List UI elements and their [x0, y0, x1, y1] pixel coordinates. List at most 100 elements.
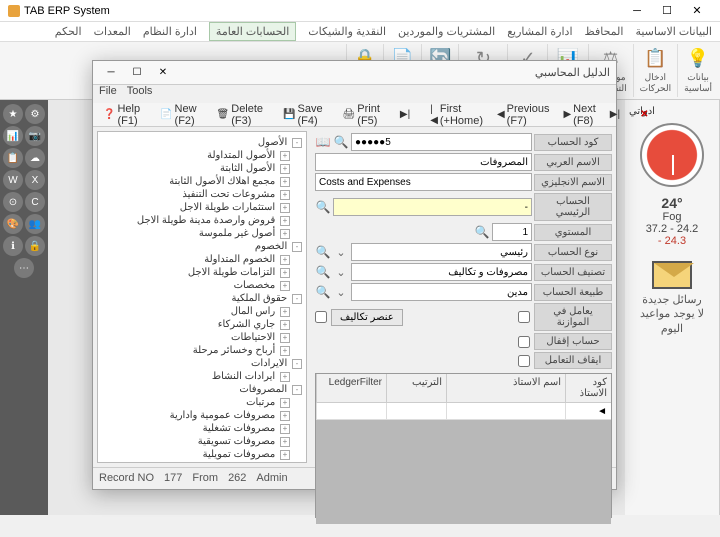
mainmenu-item[interactable]: المشتريات والموردين [398, 25, 495, 38]
new-button[interactable]: 📄 New (F2) [154, 100, 202, 130]
search-icon[interactable]: 🔍 [474, 224, 490, 240]
close-checkbox[interactable] [518, 336, 530, 348]
dock-button[interactable]: ☁ [25, 148, 45, 168]
close-button[interactable]: ✕ [682, 0, 712, 22]
account-tree[interactable]: - الأصول+ الأصول المتداولة+ الأصول الثاب… [97, 131, 307, 463]
mainmenu-item[interactable]: النقدية والشيكات [308, 25, 386, 38]
tree-node[interactable]: + التزامات طويلة الاجل [102, 266, 302, 279]
class-label: تصنيف الحساب [534, 264, 612, 281]
status-n2: 262 [228, 472, 246, 484]
level-input[interactable] [492, 223, 532, 241]
search-icon[interactable]: 🔍 [315, 284, 331, 300]
tree-node[interactable]: + مرتبات [102, 396, 302, 409]
tree-node[interactable]: + مجمع اهلاك الأصول الثابتة [102, 175, 302, 188]
dock-button[interactable]: 🔒 [25, 236, 45, 256]
tree-node[interactable]: - حقوق الملكية [102, 292, 302, 305]
chevron-down-icon[interactable]: ⌄ [333, 286, 349, 299]
next-button[interactable]: ▶ Next (F8) [557, 100, 601, 130]
col-filter: LedgerFilter [316, 374, 386, 402]
name-ar-input[interactable] [315, 153, 532, 171]
code-input[interactable] [351, 133, 532, 151]
help-button[interactable]: ❓ Help (F1) [97, 100, 146, 130]
dock-button[interactable]: 📊 [3, 126, 23, 146]
prev-button[interactable]: ◀ Previous (F7) [491, 100, 556, 130]
dock-button[interactable]: X [25, 170, 45, 190]
maximize-button[interactable]: ☐ [652, 0, 682, 22]
nav-last[interactable]: ▶| [394, 106, 416, 123]
mainmenu-item[interactable]: البيانات الاساسية [635, 25, 712, 38]
tree-node[interactable]: + مصروفات سنوات سابقة [102, 461, 302, 463]
mainmenu-item[interactable]: الحسابات العامة [209, 22, 296, 41]
tree-node[interactable]: + مصروفات تسويقية [102, 435, 302, 448]
ledger-grid[interactable]: كود الاستاذ اسم الاستاذ الترتيب LedgerFi… [315, 373, 612, 518]
modal-x-button[interactable]: ✕ [634, 106, 654, 123]
tree-node[interactable]: - الايرادات [102, 357, 302, 370]
dock-button[interactable]: ⊙ [3, 192, 23, 212]
parent-input[interactable] [333, 198, 532, 216]
dock-button[interactable]: 🎨 [3, 214, 23, 234]
tree-node[interactable]: + استثمارات طويلة الاجل [102, 201, 302, 214]
modal-minimize[interactable]: ─ [99, 64, 123, 82]
modal-maximize[interactable]: ☐ [125, 64, 149, 82]
dock-button[interactable]: C [25, 192, 45, 212]
minimize-button[interactable]: ─ [622, 0, 652, 22]
tree-node[interactable]: + قروض وارصدة مدينة طويلة الاجل [102, 214, 302, 227]
clock-widget [640, 123, 704, 187]
search-icon[interactable]: 🔍 [315, 264, 331, 280]
tree-node[interactable]: + الأصول الثابتة [102, 162, 302, 175]
mainmenu-item[interactable]: الحكم [55, 25, 82, 38]
dock-button[interactable]: ⋯ [14, 258, 34, 278]
name-en-label: الاسم الانجليزي [534, 174, 612, 191]
tree-node[interactable]: + الخصوم المتداولة [102, 253, 302, 266]
dock-button[interactable]: 👥 [25, 214, 45, 234]
chevron-down-icon[interactable]: ⌄ [333, 266, 349, 279]
dock-button[interactable]: W [3, 170, 23, 190]
nature-select[interactable] [351, 283, 532, 301]
budget-label: يعامل في الموازنة [534, 303, 612, 331]
dock-button[interactable]: 📋 [3, 148, 23, 168]
first-button[interactable]: |◀ First (+Home) [424, 100, 489, 130]
search-icon[interactable]: 🔍 [315, 199, 331, 215]
nav-end[interactable]: ▶| [604, 106, 626, 123]
tree-node[interactable]: + الاحتياطات [102, 331, 302, 344]
print-button[interactable]: 🖨 Print (F5) [337, 100, 386, 130]
cost-checkbox[interactable] [315, 311, 327, 323]
ribbon-group[interactable]: 💡بياناتأساسية [677, 44, 718, 97]
mainmenu-item[interactable]: ادارة المشاريع [507, 25, 572, 38]
tree-node[interactable]: - الخصوم [102, 240, 302, 253]
bookmark-icon[interactable]: 📖 [315, 134, 331, 150]
budget-checkbox[interactable] [518, 311, 530, 323]
tree-node[interactable]: - الأصول [102, 136, 302, 149]
tree-node[interactable]: + ايرادات النشاط [102, 370, 302, 383]
type-select[interactable] [351, 243, 532, 261]
tree-node[interactable]: + راس المال [102, 305, 302, 318]
mainmenu-item[interactable]: ادارة النظام [143, 25, 197, 38]
tree-node[interactable]: + مصروفات عمومية وادارية [102, 409, 302, 422]
tree-node[interactable]: + مصروفات تشغلية [102, 422, 302, 435]
name-en-input[interactable] [315, 173, 532, 191]
modal-close[interactable]: ✕ [151, 64, 175, 82]
tree-node[interactable]: + الأصول المتداولة [102, 149, 302, 162]
class-select[interactable] [351, 263, 532, 281]
tree-node[interactable]: + أرباح وخسائر مرحلة [102, 344, 302, 357]
delete-button[interactable]: 🗑 Delete (F3) [211, 100, 270, 130]
dock-button[interactable]: 📷 [25, 126, 45, 146]
mainmenu-item[interactable]: المعدات [94, 25, 131, 38]
tree-node[interactable]: + مصروفات تمويلية [102, 448, 302, 461]
search-icon[interactable]: 🔍 [315, 244, 331, 260]
mainmenu-item[interactable]: المحافظ [585, 25, 624, 38]
dock-button[interactable]: ★ [3, 104, 23, 124]
save-button[interactable]: 💾 Save (F4) [277, 100, 329, 130]
tree-node[interactable]: + جاري الشركاء [102, 318, 302, 331]
tree-node[interactable]: - المصروفات [102, 383, 302, 396]
chevron-down-icon[interactable]: ⌄ [333, 246, 349, 259]
search-icon[interactable]: 🔍 [333, 134, 349, 150]
cost-element-button[interactable]: عنصر تكاليف [331, 309, 403, 326]
dock-button[interactable]: ⚙ [25, 104, 45, 124]
stop-checkbox[interactable] [518, 355, 530, 367]
dock-button[interactable]: ℹ [3, 236, 23, 256]
tree-node[interactable]: + أصول غير ملموسة [102, 227, 302, 240]
tree-node[interactable]: + مخصصات [102, 279, 302, 292]
tree-node[interactable]: + مشروعات تحت التنفيذ [102, 188, 302, 201]
ribbon-group[interactable]: 📋ادخالالحركات [633, 44, 678, 97]
